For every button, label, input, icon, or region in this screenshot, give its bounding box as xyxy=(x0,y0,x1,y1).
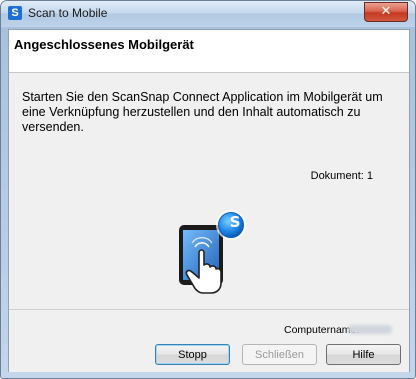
scansnap-badge-letter: S xyxy=(229,213,241,231)
footer: Computername: Stopp Schließen Hilfe xyxy=(9,309,409,372)
stop-button[interactable]: Stopp xyxy=(155,344,230,365)
close-window-button[interactable]: ✕ xyxy=(364,2,408,22)
title-bar[interactable]: S Scan to Mobile ✕ xyxy=(1,1,415,27)
close-button[interactable]: Schließen xyxy=(242,344,317,365)
header-panel: Angeschlossenes Mobilgerät xyxy=(9,30,409,73)
page-title: Angeschlossenes Mobilgerät xyxy=(14,37,194,52)
scansnap-app-icon: S xyxy=(8,6,22,20)
dialog-client-area: Angeschlossenes Mobilgerät Starten Sie d… xyxy=(8,29,410,372)
computer-name-value xyxy=(348,325,392,334)
window-title: Scan to Mobile xyxy=(28,6,108,20)
dialog-window: S Scan to Mobile ✕ Angeschlossenes Mobil… xyxy=(0,0,416,379)
instruction-message: Starten Sie den ScanSnap Connect Applica… xyxy=(22,90,383,134)
help-button[interactable]: Hilfe xyxy=(326,344,401,365)
document-count: Dokument: 1 xyxy=(310,170,373,182)
content-area: Starten Sie den ScanSnap Connect Applica… xyxy=(9,73,409,309)
